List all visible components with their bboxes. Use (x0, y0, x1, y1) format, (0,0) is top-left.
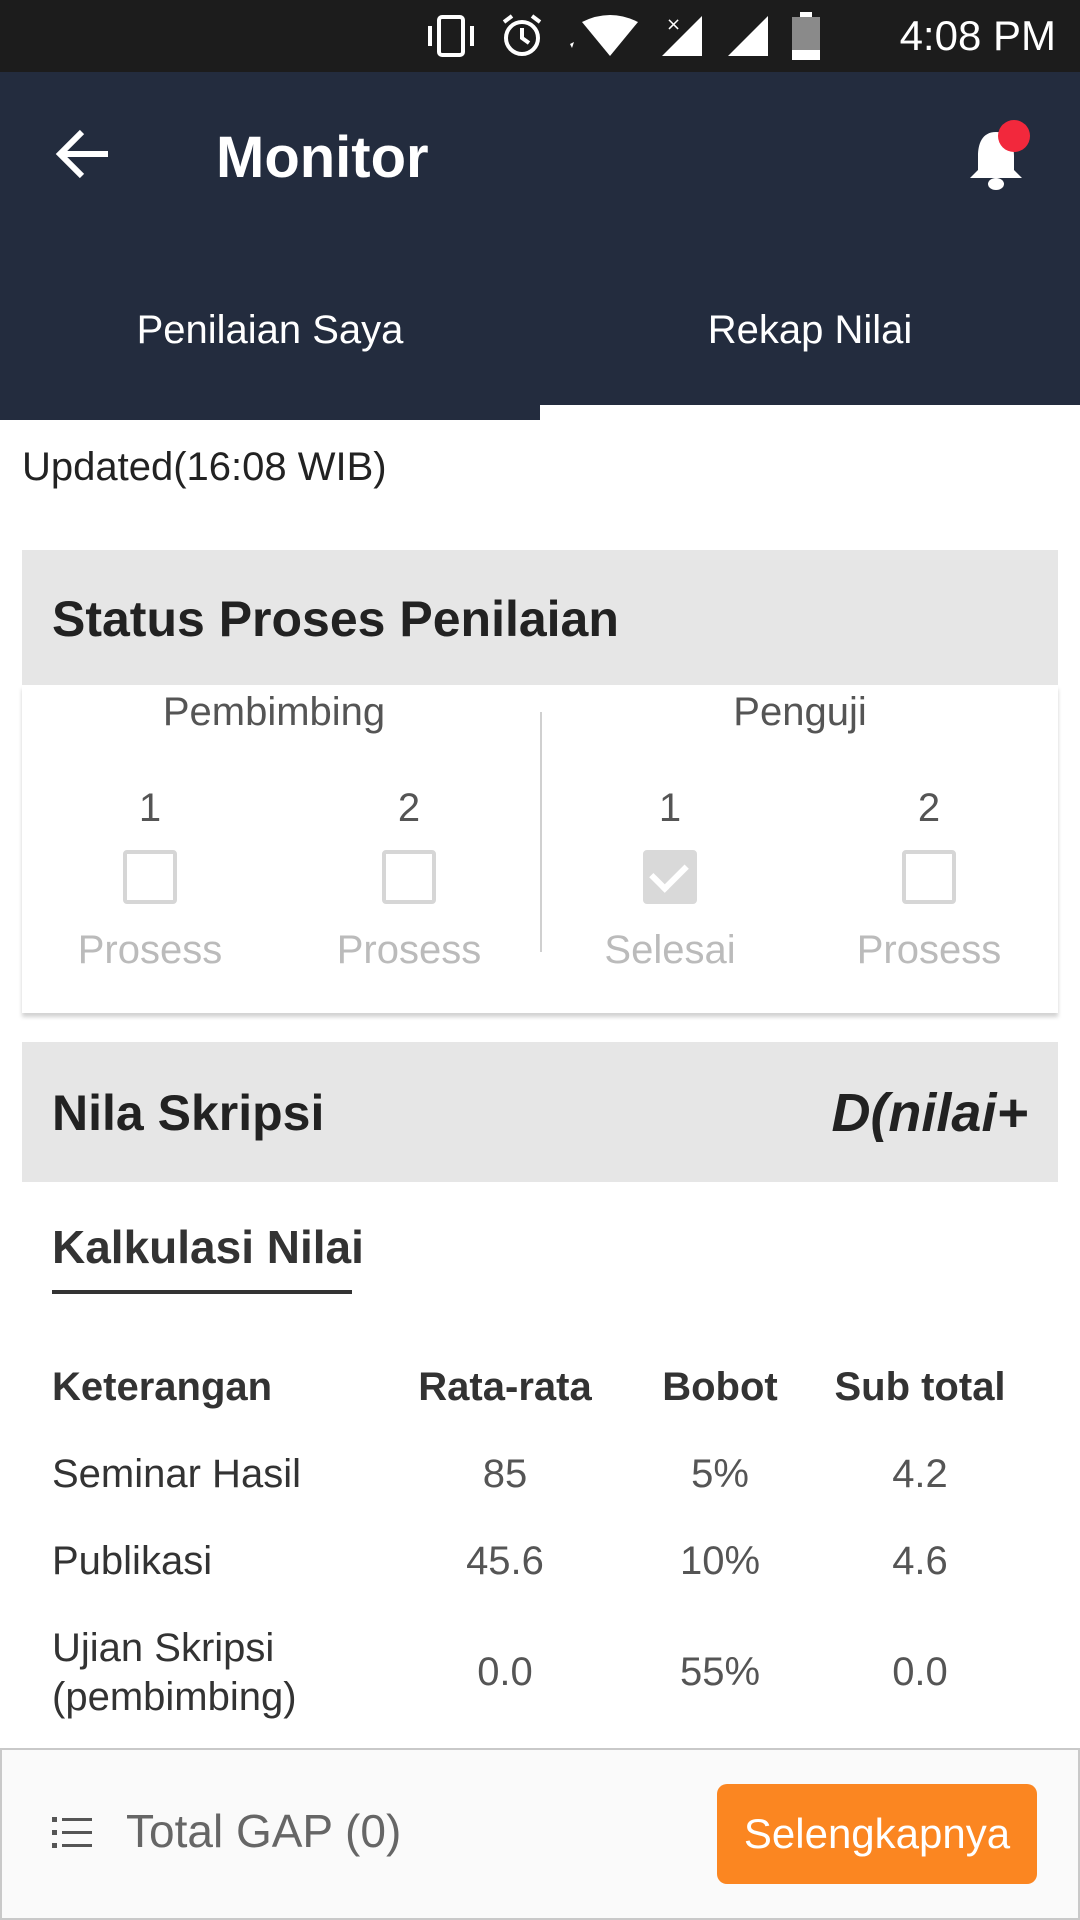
status-icons: × (424, 10, 820, 62)
item-number: 1 (138, 786, 162, 830)
cell-rata-rata: 85 (482, 1452, 528, 1496)
pembimbing-2: 2 Prosess (279, 780, 539, 973)
signal-no-service-icon: × (662, 14, 702, 56)
nilai-section-header: Nila Skripsi D(nilai+ (22, 1042, 1058, 1182)
notification-badge (998, 120, 1030, 152)
item-status: Prosess (77, 928, 223, 972)
updated-timestamp: Updated(16:08 WIB) (22, 445, 387, 489)
cell-keterangan: Ujian Skripsi (52, 1626, 275, 1670)
back-arrow-icon[interactable] (52, 122, 116, 186)
item-number: 2 (397, 786, 421, 830)
col-header-keterangan: Keterangan (52, 1365, 273, 1409)
status-checkbox (382, 850, 436, 904)
item-number: 2 (917, 786, 941, 830)
total-gap-label: Total GAP (0) (126, 1805, 402, 1857)
kalkulasi-title: Kalkulasi Nilai (52, 1221, 364, 1273)
col-header-rata-rata: Rata-rata (418, 1365, 592, 1409)
battery-icon (792, 12, 820, 60)
alarm-icon (502, 14, 542, 56)
cell-sub-total: 4.2 (892, 1452, 948, 1496)
item-status: Prosess (856, 928, 1002, 972)
penguji-1: 1 Selesai (540, 780, 800, 973)
tab-indicator (540, 405, 1080, 420)
cell-keterangan-line2: (pembimbing) (52, 1675, 297, 1719)
cell-rata-rata: 45.6 (466, 1539, 544, 1583)
vibrate-icon (428, 15, 474, 57)
cell-bobot: 55% (679, 1650, 761, 1694)
pembimbing-1: 1 Prosess (20, 780, 280, 973)
nilai-section-title: Nila Skripsi (52, 1085, 325, 1141)
group-label-penguji: Penguji (733, 690, 867, 734)
signal-icon (728, 16, 768, 56)
cell-keterangan: Publikasi (52, 1539, 213, 1583)
status-checkbox (123, 850, 177, 904)
penguji-2: 2 Prosess (799, 780, 1059, 973)
group-label-pembimbing: Pembimbing (162, 690, 386, 734)
page-title: Monitor (216, 125, 429, 190)
wifi-icon (570, 15, 638, 56)
tab-rekap-nilai[interactable]: Rekap Nilai (540, 290, 1080, 370)
status-checkbox-checked (643, 850, 697, 904)
item-status: Prosess (336, 928, 482, 972)
status-checkbox (902, 850, 956, 904)
kalkulasi-underline (52, 1290, 352, 1294)
status-bar: × 4:08 PM (0, 0, 1080, 72)
status-section-title: Status Proses Penilaian (52, 591, 619, 647)
cell-keterangan: Seminar Hasil (52, 1452, 301, 1496)
status-section-header: Status Proses Penilaian (22, 550, 1058, 685)
cell-bobot: 10% (679, 1539, 761, 1583)
cell-rata-rata: 0.0 (477, 1650, 533, 1694)
bottom-bar: Total GAP (0) Selengkapnya (0, 1748, 1080, 1920)
item-status: Selesai (604, 928, 736, 972)
svg-text:×: × (666, 14, 681, 35)
list-icon (52, 1817, 92, 1848)
col-header-sub-total: Sub total (834, 1365, 1006, 1409)
grade-value: D(nilai+ (831, 1083, 1028, 1143)
cell-bobot: 5% (691, 1452, 749, 1496)
clock: 4:08 PM (899, 12, 1056, 59)
item-number: 1 (658, 786, 682, 830)
selengkapnya-button[interactable]: Selengkapnya (717, 1784, 1037, 1884)
col-header-bobot: Bobot (662, 1365, 778, 1409)
cell-sub-total: 0.0 (892, 1650, 948, 1694)
cell-sub-total: 4.6 (892, 1539, 948, 1583)
tab-penilaian-saya[interactable]: Penilaian Saya (0, 290, 540, 370)
